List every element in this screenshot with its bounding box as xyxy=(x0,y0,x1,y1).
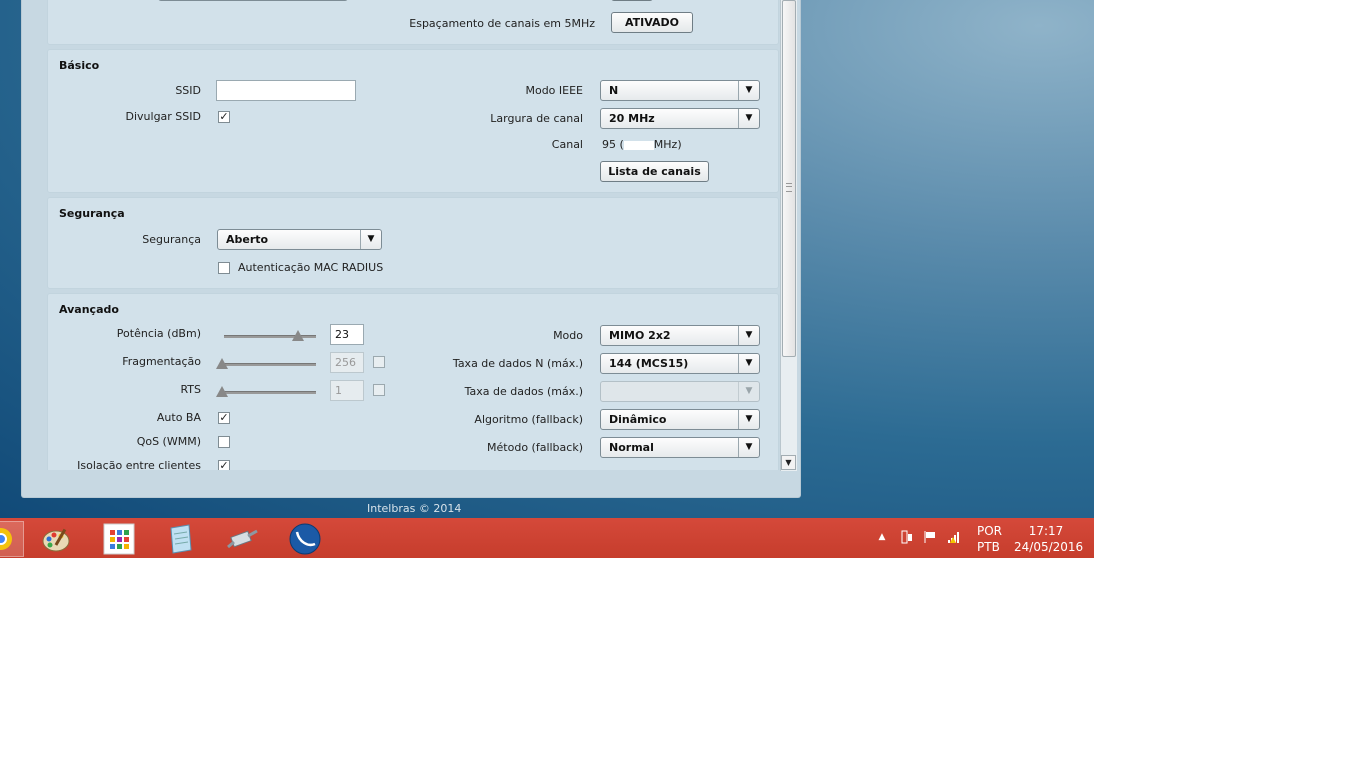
copyright-footer: Intelbras © 2014 xyxy=(367,502,462,515)
fragmentation-slider-handle[interactable] xyxy=(216,358,228,369)
channel-label: Canal xyxy=(551,138,583,151)
action-center-flag-icon[interactable] xyxy=(923,530,937,544)
security-heading: Segurança xyxy=(59,207,125,220)
n-data-rate-select[interactable]: 144 (MCS15) ▼ xyxy=(600,353,760,374)
scrollbar-thumb[interactable] xyxy=(782,0,796,357)
chevron-down-icon: ▼ xyxy=(738,109,759,128)
language-indicator[interactable]: POR PTB xyxy=(977,523,1002,555)
security-value: Aberto xyxy=(226,233,269,246)
n-data-rate-label: Taxa de dados N (máx.) xyxy=(452,357,583,370)
show-hidden-icons-icon[interactable]: ▲ xyxy=(875,530,889,544)
mode-select[interactable]: MIMO 2x2 ▼ xyxy=(600,325,760,346)
clock[interactable]: 17:17 24/05/2016 xyxy=(1014,523,1084,555)
ssid-input[interactable] xyxy=(216,80,356,101)
vertical-scrollbar[interactable]: ▼ xyxy=(780,0,797,471)
mode-value: MIMO 2x2 xyxy=(609,329,671,342)
security-label: Segurança xyxy=(142,233,201,246)
paint-icon[interactable] xyxy=(39,522,73,556)
browser-window: Espaçamento de canais em 5MHz ATIVADO Bá… xyxy=(21,0,801,498)
chevron-down-icon: ▼ xyxy=(738,410,759,429)
ieee-mode-label: Modo IEEE xyxy=(525,84,583,97)
channel-freq-blank xyxy=(623,140,654,150)
chevron-down-icon: ▼ xyxy=(738,81,759,100)
power-label: Potência (dBm) xyxy=(116,327,201,340)
ieee-mode-value: N xyxy=(609,84,619,97)
chevron-down-icon: ▼ xyxy=(738,354,759,373)
grip-icon xyxy=(786,183,792,192)
desktop: Espaçamento de canais em 5MHz ATIVADO Bá… xyxy=(0,0,1094,518)
mode-label: Modo xyxy=(553,329,583,342)
ieee-mode-select[interactable]: N ▼ xyxy=(600,80,760,101)
qos-label: QoS (WMM) xyxy=(136,435,201,448)
data-rate-label: Taxa de dados (máx.) xyxy=(464,385,583,398)
rts-input[interactable]: 1 xyxy=(330,380,364,401)
rts-slider-track[interactable] xyxy=(224,391,316,394)
channel-spacing-button[interactable]: ATIVADO xyxy=(611,12,693,33)
auto-ba-label: Auto BA xyxy=(156,411,201,424)
network-signal-icon[interactable] xyxy=(947,530,961,544)
apps-icon[interactable] xyxy=(102,522,136,556)
fallback-method-select[interactable]: Normal ▼ xyxy=(600,437,760,458)
power-icon[interactable] xyxy=(900,530,914,544)
rts-slider-handle[interactable] xyxy=(216,386,228,397)
rts-enable-checkbox[interactable] xyxy=(373,384,385,396)
network-cable-icon[interactable] xyxy=(226,522,260,556)
chevron-down-icon: ▼ xyxy=(738,326,759,345)
fallback-algorithm-value: Dinâmico xyxy=(609,413,667,426)
settings-content: Espaçamento de canais em 5MHz ATIVADO Bá… xyxy=(22,0,780,470)
partial-button-top[interactable] xyxy=(611,0,653,1)
taskbar: ▲ POR PTB 17:17 24/05/2016 xyxy=(0,518,1094,558)
broadcast-ssid-label: Divulgar SSID xyxy=(125,110,202,123)
fallback-algorithm-label: Algoritmo (fallback) xyxy=(474,413,583,426)
fallback-algorithm-select[interactable]: Dinâmico ▼ xyxy=(600,409,760,430)
client-isolation-checkbox[interactable]: ✓ xyxy=(218,460,230,470)
clock-date: 24/05/2016 xyxy=(1014,540,1084,554)
channel-width-select[interactable]: 20 MHz ▼ xyxy=(600,108,760,129)
power-input[interactable]: 23 xyxy=(330,324,364,345)
broadcast-ssid-checkbox[interactable]: ✓ xyxy=(218,111,230,123)
channel-number: 95 ( xyxy=(602,138,624,151)
winbox-icon[interactable] xyxy=(288,522,322,556)
basic-heading: Básico xyxy=(59,59,100,72)
keyboard-layout: PTB xyxy=(977,540,1000,554)
channel-spacing-label: Espaçamento de canais em 5MHz xyxy=(409,17,595,30)
qos-checkbox[interactable] xyxy=(218,436,230,448)
channel-width-label: Largura de canal xyxy=(490,112,583,125)
clock-time: 17:17 xyxy=(1028,524,1064,538)
channel-unit: MHz) xyxy=(653,138,682,151)
fragmentation-label: Fragmentação xyxy=(122,355,201,368)
partial-select-top[interactable] xyxy=(158,0,348,1)
mac-radius-checkbox[interactable] xyxy=(218,262,230,274)
channel-list-button[interactable]: Lista de canais xyxy=(600,161,709,182)
channel-width-value: 20 MHz xyxy=(609,112,655,125)
chevron-down-icon: ▼ xyxy=(360,230,381,249)
chrome-icon[interactable] xyxy=(0,521,24,557)
client-isolation-label: Isolação entre clientes xyxy=(77,459,201,470)
chevron-down-icon: ▼ xyxy=(738,382,759,401)
power-slider-handle[interactable] xyxy=(291,330,304,341)
channel-spacing-group: Espaçamento de canais em 5MHz ATIVADO xyxy=(47,0,779,45)
advanced-group: Avançado Potência (dBm) 23 Fragmentação … xyxy=(47,293,779,470)
ssid-label: SSID xyxy=(175,84,201,97)
security-select[interactable]: Aberto ▼ xyxy=(217,229,382,250)
fallback-method-value: Normal xyxy=(609,441,654,454)
fragmentation-input[interactable]: 256 xyxy=(330,352,364,373)
advanced-heading: Avançado xyxy=(59,303,119,316)
channel-value: 95 ( MHz) xyxy=(602,138,682,151)
data-rate-select[interactable]: ▼ xyxy=(600,381,760,402)
basic-group: Básico SSID Divulgar SSID ✓ Modo IEEE N ▼… xyxy=(47,49,779,193)
fragmentation-slider-track[interactable] xyxy=(224,363,316,366)
n-data-rate-value: 144 (MCS15) xyxy=(609,357,689,370)
mac-radius-label: Autenticação MAC RADIUS xyxy=(238,261,384,274)
fragmentation-enable-checkbox[interactable] xyxy=(373,356,385,368)
fallback-method-label: Método (fallback) xyxy=(487,441,583,454)
language-code: POR xyxy=(977,524,1003,538)
notepad-icon[interactable] xyxy=(163,522,197,556)
chevron-down-icon: ▼ xyxy=(738,438,759,457)
auto-ba-checkbox[interactable]: ✓ xyxy=(218,412,230,424)
rts-label: RTS xyxy=(180,383,201,396)
scroll-down-arrow-icon[interactable]: ▼ xyxy=(781,455,796,470)
security-group: Segurança Segurança Aberto ▼ Autenticação… xyxy=(47,197,779,289)
